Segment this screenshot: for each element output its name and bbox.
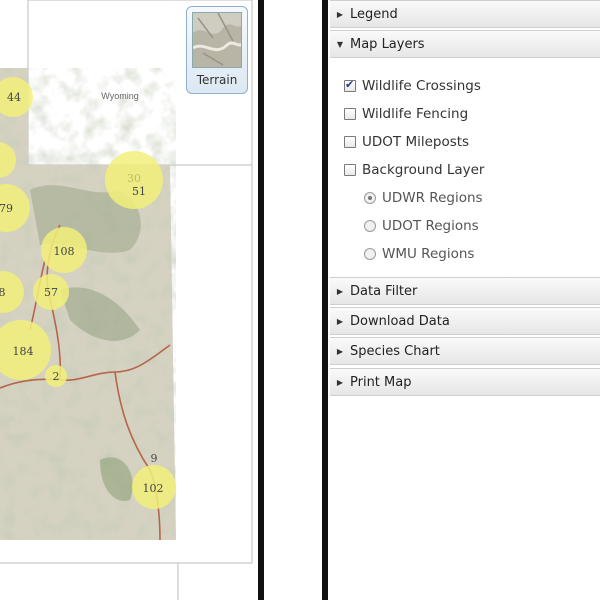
terrain-basemap-button[interactable]: Terrain [186, 6, 248, 94]
cluster-label: 102 [143, 482, 164, 495]
radio-label: WMU Regions [382, 246, 475, 262]
layer-option-background-layer[interactable]: Background Layer [344, 162, 484, 178]
layer-label: Background Layer [362, 162, 485, 178]
radio-option-wmu-regions[interactable]: WMU Regions [364, 246, 474, 262]
terrain-thumbnail-icon [192, 12, 242, 68]
radio-option-udwr-regions[interactable]: UDWR Regions [364, 190, 483, 206]
chevron-right-icon: ▶ [336, 286, 344, 296]
cluster-label: 79 [0, 202, 13, 215]
chevron-right-icon: ▶ [336, 9, 344, 19]
cluster-label: 184 [13, 345, 34, 358]
section-download-data-header[interactable]: ▶ Download Data [330, 307, 600, 335]
checkbox[interactable] [344, 136, 356, 148]
section-legend-header[interactable]: ▶ Legend [330, 0, 600, 28]
section-label: Species Chart [350, 343, 440, 359]
radio-label: UDWR Regions [382, 190, 483, 206]
section-label: Map Layers [350, 36, 425, 52]
checkbox[interactable] [344, 164, 356, 176]
section-label: Print Map [350, 374, 412, 390]
section-label: Data Filter [350, 283, 418, 299]
section-print-map-header[interactable]: ▶ Print Map [330, 368, 600, 396]
section-map-layers-header[interactable]: ▼ Map Layers [330, 30, 600, 58]
radio[interactable] [364, 248, 376, 260]
checkbox[interactable] [344, 108, 356, 120]
layer-option-wildlife-crossings[interactable]: Wildlife Crossings [344, 78, 481, 94]
layer-option-udot-mileposts[interactable]: UDOT Mileposts [344, 134, 469, 150]
checkbox-checked[interactable] [344, 78, 356, 92]
pane-gap [264, 0, 322, 600]
chevron-right-icon: ▶ [336, 346, 344, 356]
layer-option-wildlife-fencing[interactable]: Wildlife Fencing [344, 106, 468, 122]
cluster-label: 44 [7, 91, 21, 104]
panel-divider [322, 0, 328, 600]
cluster-label: 108 [54, 245, 75, 258]
cluster-label: 51 [132, 185, 146, 198]
cluster-label: 57 [44, 286, 58, 299]
layer-label: Wildlife Fencing [362, 106, 469, 122]
radio-option-udot-regions[interactable]: UDOT Regions [364, 218, 479, 234]
section-data-filter-header[interactable]: ▶ Data Filter [330, 277, 600, 305]
radio-label: UDOT Regions [382, 218, 479, 234]
cluster-label: 30 [127, 172, 141, 185]
chevron-right-icon: ▶ [336, 377, 344, 387]
layer-label: UDOT Mileposts [362, 134, 470, 150]
map-pane[interactable]: 44 30 51 79 108 8 57 184 2 9 102 Wyoming… [0, 0, 258, 600]
layer-label: Wildlife Crossings [362, 78, 481, 94]
radio-selected[interactable] [364, 192, 376, 204]
state-label-wyoming: Wyoming [101, 91, 138, 101]
terrain-label: Terrain [196, 73, 238, 87]
cluster-label: 9 [151, 452, 158, 465]
map-layers-content: Wildlife Crossings Wildlife Fencing UDOT… [330, 58, 600, 276]
chevron-right-icon: ▶ [336, 316, 344, 326]
section-label: Legend [350, 6, 398, 22]
section-label: Download Data [350, 313, 450, 329]
cluster-label: 8 [0, 286, 6, 299]
chevron-down-icon: ▼ [336, 39, 344, 49]
section-species-chart-header[interactable]: ▶ Species Chart [330, 337, 600, 365]
cluster-label: 2 [53, 370, 60, 383]
radio[interactable] [364, 220, 376, 232]
side-panel: ▶ Legend ▼ Map Layers Wildlife Crossings… [330, 0, 600, 600]
